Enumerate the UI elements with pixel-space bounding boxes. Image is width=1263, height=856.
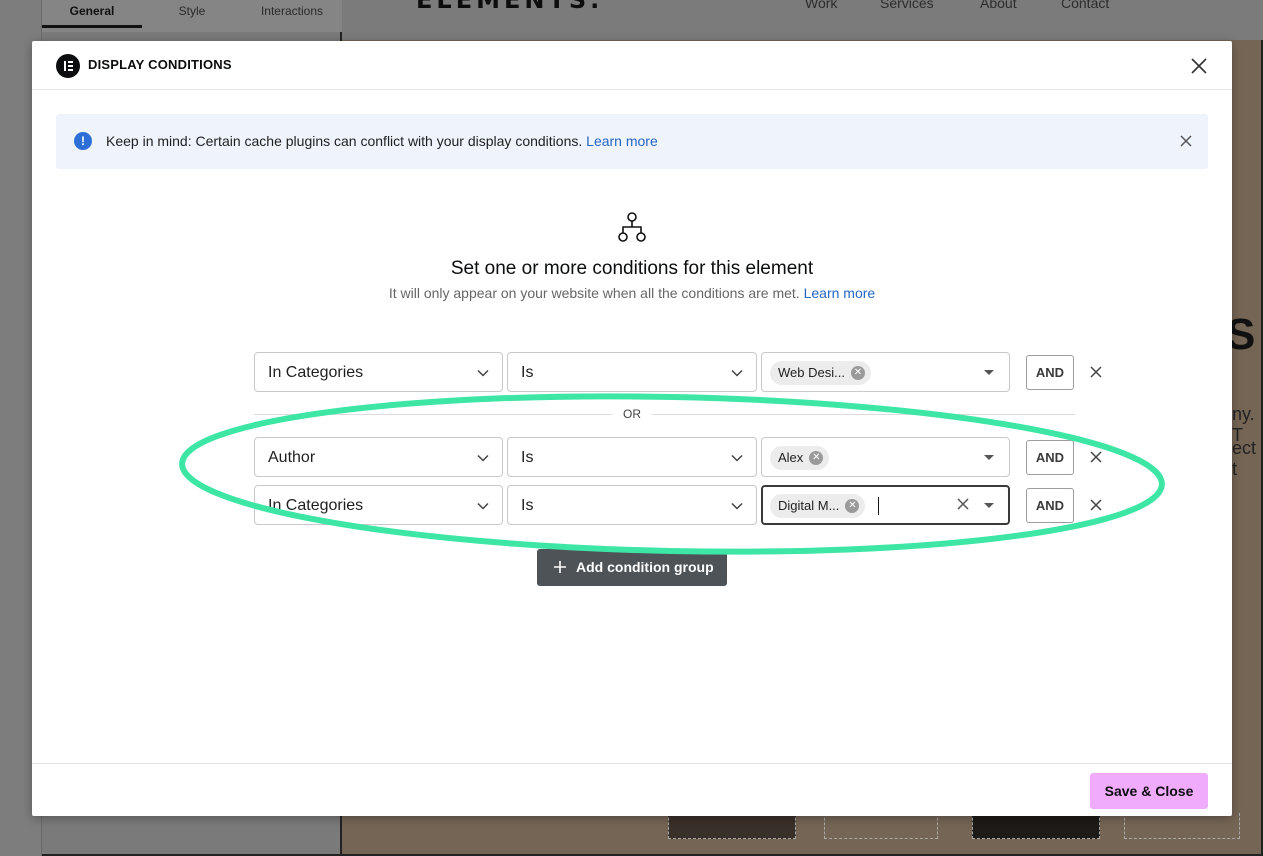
elementor-logo-icon	[56, 54, 80, 78]
notice-learn-more-link[interactable]: Learn more	[586, 133, 658, 149]
info-icon: !	[74, 132, 92, 150]
operator-select[interactable]: Is	[507, 485, 757, 525]
site-nav-about[interactable]: About	[980, 0, 1017, 11]
clear-icon[interactable]	[956, 497, 970, 511]
sitemap-icon	[618, 212, 646, 242]
tab-interactions[interactable]: Interactions	[242, 0, 342, 32]
chevron-down-icon	[731, 502, 743, 510]
remove-row-icon[interactable]	[1087, 363, 1105, 381]
notice-message: Keep in mind: Certain cache plugins can …	[106, 133, 583, 149]
save-close-button[interactable]: Save & Close	[1090, 773, 1208, 809]
cache-notice: ! Keep in mind: Certain cache plugins ca…	[56, 114, 1208, 169]
condition-select[interactable]: Author	[254, 437, 503, 477]
operator-value: Is	[521, 364, 534, 381]
operator-select[interactable]: Is	[507, 437, 757, 477]
and-button[interactable]: AND	[1026, 488, 1074, 523]
chevron-down-icon	[477, 502, 489, 510]
condition-value: In Categories	[268, 364, 364, 381]
remove-row-icon[interactable]	[1087, 496, 1105, 514]
site-nav-services[interactable]: Services	[880, 0, 934, 11]
hero-subtitle-text: It will only appear on your website when…	[388, 285, 800, 301]
notice-text: Keep in mind: Certain cache plugins can …	[106, 133, 658, 149]
value-chip: Web Desi... ✕	[770, 361, 871, 385]
condition-select[interactable]: In Categories	[254, 485, 503, 525]
modal-title: DISPLAY CONDITIONS	[88, 57, 232, 72]
or-separator-label: OR	[623, 407, 641, 421]
remove-chip-icon[interactable]: ✕	[850, 366, 865, 380]
hero-learn-more-link[interactable]: Learn more	[804, 285, 876, 301]
values-field[interactable]: Alex ✕	[761, 437, 1010, 477]
condition-select[interactable]: In Categories	[254, 352, 503, 392]
modal-footer: Save & Close	[32, 763, 1232, 816]
chevron-down-icon	[477, 454, 489, 462]
site-card	[668, 813, 796, 839]
chevron-down-icon	[477, 369, 489, 377]
operator-select[interactable]: Is	[507, 352, 757, 392]
or-separator-line	[254, 414, 612, 415]
chip-label: Alex	[778, 450, 804, 465]
or-separator-line	[652, 414, 1075, 415]
remove-row-icon[interactable]	[1087, 448, 1105, 466]
text-cursor	[878, 497, 879, 515]
hero-subtitle: It will only appear on your website when…	[32, 285, 1232, 301]
operator-value: Is	[521, 449, 534, 466]
value-chip: Digital M... ✕	[770, 494, 866, 518]
and-button[interactable]: AND	[1026, 440, 1074, 475]
editor-tabs: General Style Interactions	[42, 0, 342, 32]
dropdown-arrow-icon[interactable]	[984, 503, 994, 508]
close-icon[interactable]	[1176, 131, 1196, 151]
chip-label: Digital M...	[778, 498, 840, 513]
condition-value: In Categories	[268, 497, 364, 514]
site-card	[1124, 813, 1240, 839]
site-card	[824, 813, 938, 839]
add-condition-group-button[interactable]: Add condition group	[537, 549, 727, 586]
values-field[interactable]: Web Desi... ✕	[761, 352, 1010, 392]
site-nav-work[interactable]: Work	[805, 0, 837, 11]
operator-value: Is	[521, 497, 534, 514]
remove-chip-icon[interactable]: ✕	[809, 451, 824, 465]
close-icon[interactable]	[1188, 55, 1210, 77]
dropdown-arrow-icon[interactable]	[984, 370, 994, 375]
values-field[interactable]: Digital M... ✕	[761, 485, 1010, 525]
site-nav-contact[interactable]: Contact	[1061, 0, 1109, 11]
site-logo: ELEMENTS.	[416, 0, 604, 14]
plus-icon	[554, 561, 566, 573]
site-card	[972, 813, 1100, 839]
modal-header: DISPLAY CONDITIONS	[32, 41, 1232, 90]
value-chip: Alex ✕	[770, 446, 830, 470]
chip-label: Web Desi...	[778, 365, 845, 380]
display-conditions-modal: DISPLAY CONDITIONS ! Keep in mind: Certa…	[32, 41, 1232, 816]
hero-title: Set one or more conditions for this elem…	[450, 258, 814, 279]
dropdown-arrow-icon[interactable]	[984, 455, 994, 460]
chevron-down-icon	[731, 454, 743, 462]
site-text-fragment-2: ect t	[1232, 438, 1257, 479]
condition-value: Author	[268, 449, 316, 466]
and-button[interactable]: AND	[1026, 355, 1074, 390]
chevron-down-icon	[731, 369, 743, 377]
tab-general[interactable]: General	[42, 0, 142, 28]
remove-chip-icon[interactable]: ✕	[845, 499, 860, 513]
add-condition-group-label: Add condition group	[576, 559, 714, 575]
tab-style[interactable]: Style	[142, 0, 242, 32]
